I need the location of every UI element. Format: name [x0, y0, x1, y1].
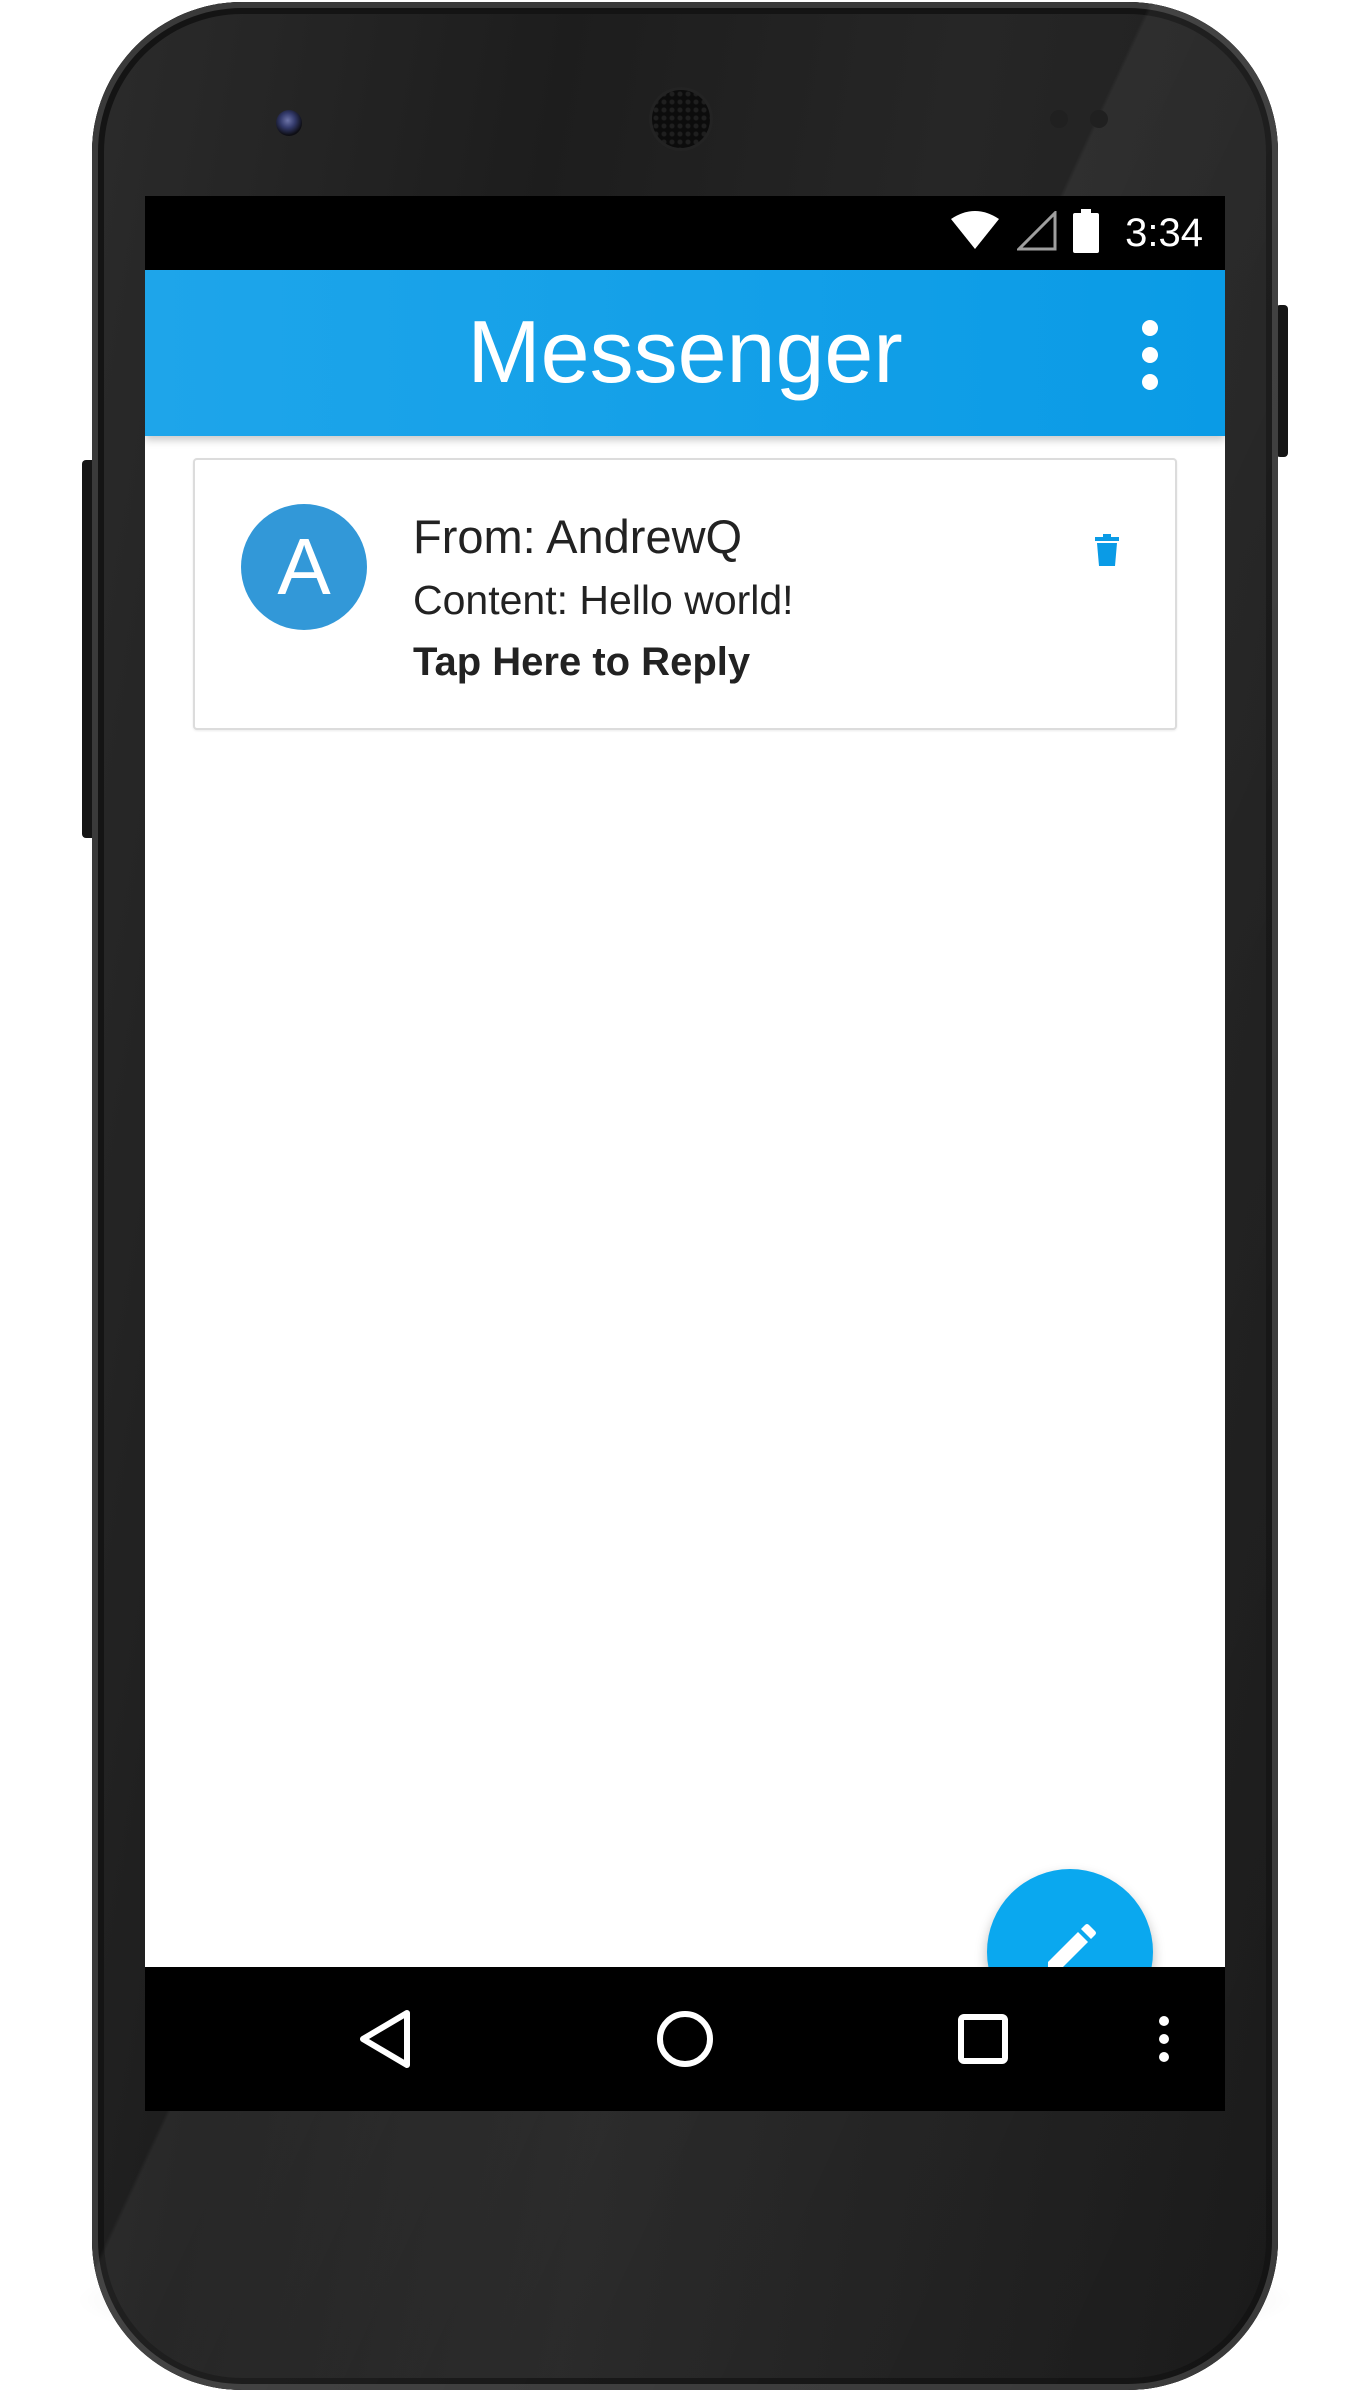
message-text: From: AndrewQ Content: Hello world! Tap …	[413, 510, 794, 688]
app-title: Messenger	[467, 302, 903, 401]
trash-icon[interactable]	[1085, 528, 1129, 572]
app-bar: Messenger	[145, 270, 1225, 436]
avatar: A	[241, 504, 367, 630]
overflow-dot	[1142, 320, 1158, 336]
home-icon[interactable]	[647, 2001, 723, 2077]
message-content: Content: Hello world!	[413, 577, 794, 623]
proximity-sensor	[1050, 110, 1068, 128]
navigation-bar	[145, 1967, 1225, 2111]
status-bar: 3:34	[145, 196, 1225, 270]
phone-screen: 3:34 Messenger A From: AndrewQ Content: …	[145, 196, 1225, 2111]
back-icon[interactable]	[347, 2001, 423, 2077]
front-camera	[276, 110, 302, 136]
message-card[interactable]: A From: AndrewQ Content: Hello world! Ta…	[193, 458, 1177, 730]
more-vert-icon[interactable]	[1149, 2001, 1179, 2077]
wifi-icon	[949, 210, 1001, 256]
overflow-dot	[1142, 374, 1158, 390]
reply-link[interactable]: Tap Here to Reply	[413, 636, 794, 688]
more-vert-icon[interactable]	[1135, 320, 1165, 390]
status-time: 3:34	[1125, 210, 1203, 255]
message-list: A From: AndrewQ Content: Hello world! Ta…	[145, 436, 1225, 2035]
light-sensor	[1090, 110, 1108, 128]
cellular-signal-icon	[1015, 208, 1057, 256]
status-icons: 3:34	[949, 208, 1203, 258]
message-from: From: AndrewQ	[413, 510, 743, 563]
recents-icon[interactable]	[945, 2001, 1021, 2077]
battery-icon	[1073, 208, 1100, 258]
overflow-dot	[1142, 347, 1158, 363]
earpiece-speaker	[652, 90, 710, 148]
